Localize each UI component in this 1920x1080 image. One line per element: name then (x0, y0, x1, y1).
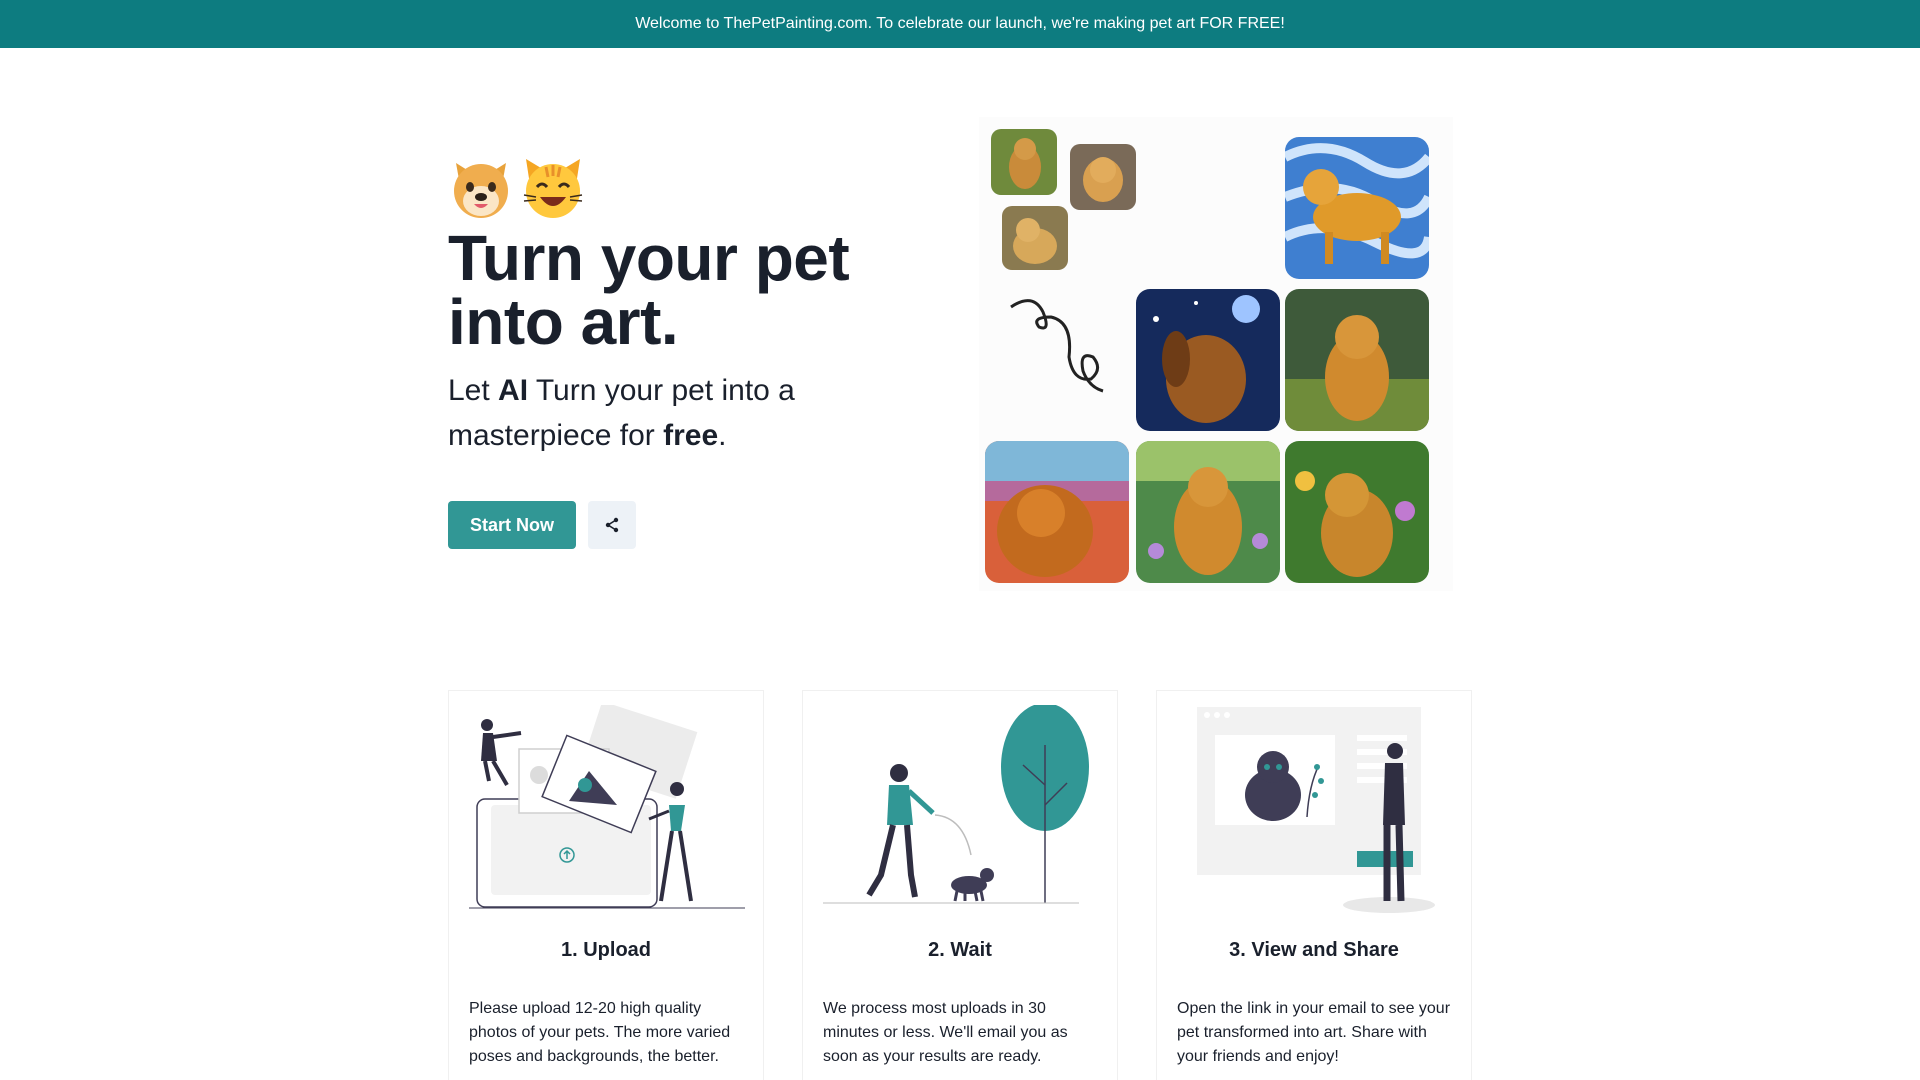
step-description: We process most uploads in 30 minutes or… (823, 1000, 1068, 1065)
step-description: Please upload 12-20 high quality photos … (469, 1000, 731, 1065)
squiggle-doodle (1003, 287, 1123, 407)
announcement-banner: Welcome to ThePetPainting.com. To celebr… (0, 0, 1920, 48)
how-it-works: 1. Upload Please upload 12-20 high quali… (448, 690, 1472, 1080)
emoji-row (448, 150, 928, 226)
hero-actions: Start Now (448, 501, 636, 549)
pet-painting-tile (1136, 441, 1280, 583)
step-description: Open the link in your email to see your … (1177, 1000, 1451, 1065)
pet-art-collage (979, 117, 1453, 591)
step-card-upload: 1. Upload Please upload 12-20 high quali… (448, 690, 764, 1080)
step-card-wait: 2. Wait We process most uploads in 30 mi… (802, 690, 1118, 1080)
pet-photo-thumbnail (1070, 144, 1136, 210)
step-card-view-share: 3. View and Share Open the link in your … (1156, 690, 1472, 1080)
step-title: 2. Wait (928, 939, 992, 961)
pet-photo-thumbnail (991, 129, 1057, 195)
upload-illustration (469, 705, 745, 909)
pet-photo-thumbnail (1002, 206, 1068, 270)
hero-subline: Let AI Turn your pet into a masterpiece … (448, 374, 795, 452)
pet-painting-tile (1285, 441, 1429, 583)
share-icon (605, 517, 619, 533)
pet-painting-tile (1285, 137, 1429, 279)
share-button[interactable] (588, 501, 636, 549)
dog-walk-illustration (823, 705, 1089, 904)
hero-text: Turn your pet into art. Let AI Turn your… (448, 150, 928, 458)
pet-painting-tile (1136, 289, 1280, 431)
banner-text: Welcome to ThePetPainting.com. To celebr… (635, 15, 1285, 32)
pet-painting-tile (985, 441, 1129, 583)
start-now-button[interactable]: Start Now (448, 501, 576, 549)
view-art-illustration (1197, 707, 1435, 913)
step-title: 1. Upload (560, 939, 651, 961)
pet-painting-tile (1285, 289, 1429, 431)
step-title: 3. View and Share (1229, 939, 1399, 961)
hero-headline: Turn your pet into art. (448, 222, 850, 358)
dog-face-emoji (454, 163, 508, 218)
cat-face-emoji (523, 159, 583, 218)
